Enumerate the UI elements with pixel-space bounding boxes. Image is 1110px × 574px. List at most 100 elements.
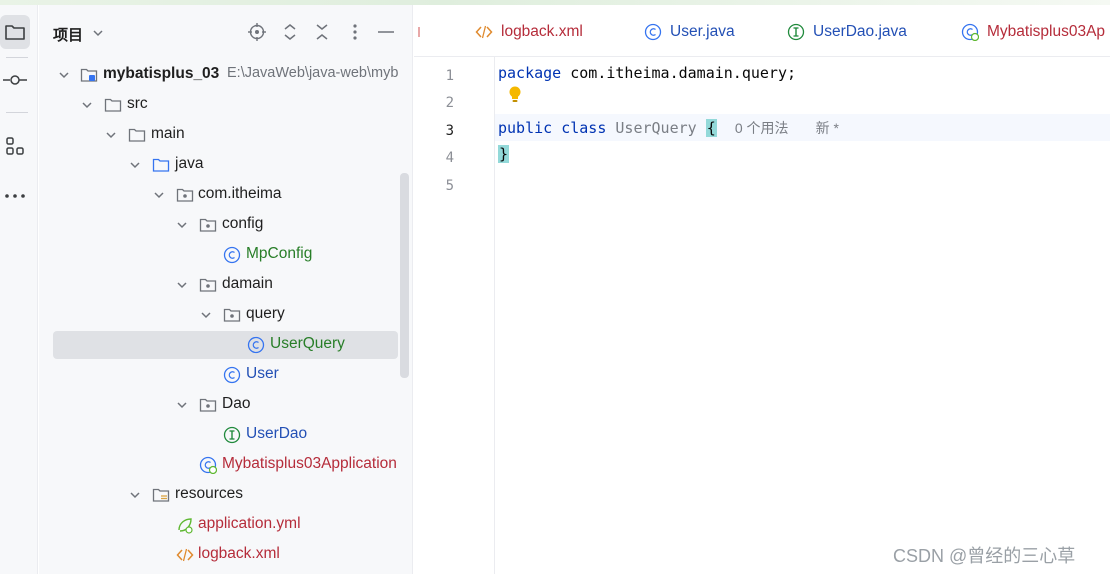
tab-logback-xml[interactable]: logback.xml xyxy=(475,20,583,44)
line-number: 1 xyxy=(445,68,454,84)
folder-icon[interactable] xyxy=(0,15,30,49)
chevron-down-icon[interactable] xyxy=(176,399,188,411)
tab-overflow-edge xyxy=(414,20,424,44)
tree-node-damain[interactable]: damain xyxy=(39,270,413,300)
code-line-1[interactable]: package com.itheima.damain.query; xyxy=(498,64,796,82)
tree-node-dao[interactable]: Dao xyxy=(39,390,413,420)
chevron-down-icon[interactable] xyxy=(176,279,188,291)
tab-label: logback.xml xyxy=(501,23,583,40)
tree-node-java[interactable]: java xyxy=(39,150,413,180)
collapse-all-icon[interactable] xyxy=(312,22,332,42)
keyword-public: public xyxy=(498,119,553,137)
tree-label: Dao xyxy=(222,395,251,412)
chevron-down-icon[interactable] xyxy=(129,489,141,501)
tree-label: src xyxy=(127,95,148,112)
tab-label: UserDao.java xyxy=(813,23,907,40)
line-number: 5 xyxy=(445,178,454,194)
tree-node-src[interactable]: src xyxy=(39,90,413,120)
structure-icon[interactable] xyxy=(0,129,30,163)
package-icon xyxy=(199,398,217,412)
locate-icon[interactable] xyxy=(247,22,267,42)
tab-userdao-java[interactable]: UserDao.java xyxy=(787,20,907,44)
folder-icon xyxy=(128,128,146,142)
chevron-down-icon[interactable] xyxy=(200,309,212,321)
tool-window-strip xyxy=(0,5,38,574)
tree-label: java xyxy=(175,155,204,172)
code-line-3[interactable]: public class UserQuery { 0 个用法 新 * xyxy=(498,118,839,138)
keyword-class: class xyxy=(561,119,607,137)
project-panel: 项目 mybatisplus_03 E:\JavaWeb\java-web\my… xyxy=(39,5,413,574)
class-icon xyxy=(247,336,265,354)
folder-icon xyxy=(104,98,122,112)
tree-node-project-root[interactable]: mybatisplus_03 E:\JavaWeb\java-web\myb xyxy=(39,60,413,90)
class-icon xyxy=(223,366,241,384)
chevron-down-icon[interactable] xyxy=(58,69,70,81)
more-icon[interactable] xyxy=(0,179,30,213)
tree-label: damain xyxy=(222,275,273,292)
package-name: com.itheima.damain.query; xyxy=(570,64,797,82)
tree-node-main[interactable]: main xyxy=(39,120,413,150)
package-icon xyxy=(199,278,217,292)
tree-label: application.yml xyxy=(198,515,301,532)
chevron-down-icon[interactable] xyxy=(81,99,93,111)
chevron-down-icon[interactable] xyxy=(129,159,141,171)
watermark: CSDN @曾经的三心草 xyxy=(893,546,1076,566)
commit-icon[interactable] xyxy=(0,63,30,97)
project-path: E:\JavaWeb\java-web\myb xyxy=(227,65,399,81)
xml-file-icon xyxy=(176,548,194,562)
tree-node-application-yml[interactable]: application.yml xyxy=(39,510,413,540)
tree-node-mpconfig[interactable]: MpConfig xyxy=(39,240,413,270)
line-number: 3 xyxy=(445,123,454,139)
gutter-divider xyxy=(494,57,495,574)
tree-label: mybatisplus_03 xyxy=(103,65,220,82)
tree-label: com.itheima xyxy=(198,185,282,202)
tab-label: Mybatisplus03Ap xyxy=(987,23,1106,40)
tree-node-resources[interactable]: resources xyxy=(39,480,413,510)
editor-tabs: logback.xml User.java UserDao.java Mybat… xyxy=(414,5,1110,57)
usages-hint[interactable]: 0 个用法 xyxy=(735,120,789,136)
tree-node-application[interactable]: Mybatisplus03Application xyxy=(39,450,413,480)
expand-all-icon[interactable] xyxy=(280,22,300,42)
tab-label: User.java xyxy=(670,23,735,40)
chevron-down-icon[interactable] xyxy=(92,26,104,44)
lightbulb-icon[interactable] xyxy=(507,85,523,105)
more-options-icon[interactable] xyxy=(345,22,365,42)
minimize-icon[interactable] xyxy=(376,22,396,42)
tree-node-logback-xml[interactable]: logback.xml xyxy=(39,540,413,570)
code-line-4[interactable]: } xyxy=(498,145,510,163)
brace-close: } xyxy=(498,145,510,163)
module-folder-icon xyxy=(80,68,98,82)
xml-file-icon xyxy=(475,23,493,41)
chevron-down-icon[interactable] xyxy=(176,219,188,231)
tree-node-query[interactable]: query xyxy=(39,300,413,330)
tree-label: query xyxy=(246,305,285,322)
tree-label: Mybatisplus03Application xyxy=(222,455,397,472)
tree-node-userdao[interactable]: UserDao xyxy=(39,420,413,450)
tree-node-com-itheima[interactable]: com.itheima xyxy=(39,180,413,210)
interface-icon xyxy=(223,426,241,444)
spring-boot-class-icon xyxy=(199,456,217,474)
class-icon xyxy=(223,246,241,264)
package-icon xyxy=(223,308,241,322)
package-icon xyxy=(199,218,217,232)
source-folder-icon xyxy=(152,158,170,172)
chevron-down-icon[interactable] xyxy=(153,189,165,201)
chevron-down-icon[interactable] xyxy=(105,129,117,141)
project-panel-header: 项目 xyxy=(39,5,413,57)
tree-scrollbar[interactable] xyxy=(400,173,409,378)
tree-node-user[interactable]: User xyxy=(39,360,413,390)
interface-icon xyxy=(787,23,805,41)
panel-title[interactable]: 项目 xyxy=(53,24,83,45)
tab-mybatisplus03application[interactable]: Mybatisplus03Ap xyxy=(961,20,1105,44)
spring-config-icon xyxy=(178,518,193,534)
spring-boot-class-icon xyxy=(961,23,979,41)
brace-open: { xyxy=(705,119,717,137)
tab-user-java[interactable]: User.java xyxy=(644,20,735,44)
tree-label: main xyxy=(151,125,185,142)
tree-label: UserQuery xyxy=(270,335,345,352)
tree-node-userquery[interactable]: UserQuery xyxy=(39,330,413,360)
new-hint[interactable]: 新 * xyxy=(816,120,839,136)
keyword-package: package xyxy=(498,64,562,82)
tree-node-config[interactable]: config xyxy=(39,210,413,240)
class-name: UserQuery xyxy=(615,119,697,137)
